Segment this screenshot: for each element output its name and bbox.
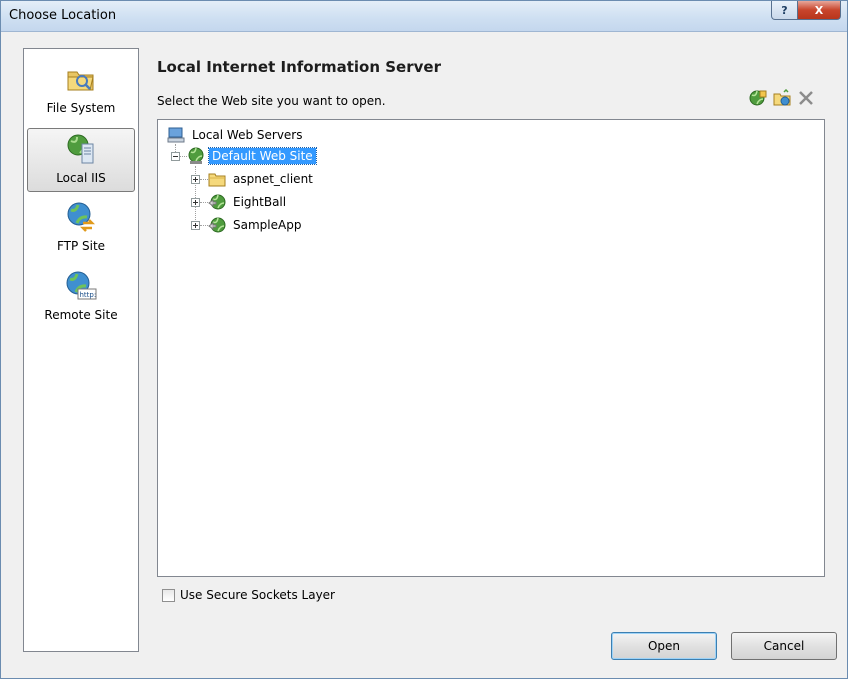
close-button[interactable]: X bbox=[798, 1, 841, 20]
tree-node-label: Default Web Site bbox=[208, 147, 317, 165]
title-buttons: ? X bbox=[771, 1, 841, 20]
tree-connector bbox=[200, 202, 208, 203]
location-file-system[interactable]: File System bbox=[27, 59, 135, 123]
expand-toggle[interactable] bbox=[191, 175, 200, 184]
http-globe-icon: http: bbox=[66, 271, 97, 300]
tree-node-sampleapp[interactable]: SampleApp bbox=[208, 215, 304, 235]
location-bar: File System Local IIS FTP Site http: Rem… bbox=[23, 48, 139, 652]
location-label: Local IIS bbox=[56, 171, 106, 185]
folder-icon bbox=[208, 173, 226, 187]
ftp-globe-icon bbox=[67, 202, 96, 232]
close-icon: X bbox=[814, 3, 824, 17]
open-button[interactable]: Open bbox=[611, 632, 717, 660]
help-icon: ? bbox=[781, 3, 788, 17]
tree-node-label: Local Web Servers bbox=[192, 128, 303, 142]
choose-location-dialog: Choose Location ? X File System Local II… bbox=[0, 0, 848, 679]
title-bar: Choose Location ? X bbox=[1, 1, 847, 32]
svg-text:http:: http: bbox=[80, 291, 97, 299]
open-button-label: Open bbox=[647, 639, 681, 653]
delete-icon[interactable] bbox=[797, 89, 815, 107]
new-virtual-directory-icon[interactable] bbox=[773, 89, 791, 107]
tree-toolbar bbox=[749, 89, 815, 107]
site-tree[interactable]: Local Web Servers Default Web Site aspne… bbox=[157, 119, 825, 577]
expand-toggle[interactable] bbox=[191, 198, 200, 207]
location-local-iis[interactable]: Local IIS bbox=[27, 128, 135, 192]
tree-connector bbox=[180, 156, 187, 157]
cancel-button[interactable]: Cancel bbox=[731, 632, 837, 660]
tree-node-eightball[interactable]: EightBall bbox=[208, 192, 289, 212]
tree-node-label: aspnet_client bbox=[233, 172, 313, 186]
web-application-icon bbox=[208, 194, 226, 210]
expand-toggle[interactable] bbox=[191, 221, 200, 230]
tree-node-label: SampleApp bbox=[233, 218, 302, 232]
window-title: Choose Location bbox=[9, 8, 117, 23]
computer-icon bbox=[167, 127, 185, 143]
collapse-toggle[interactable] bbox=[171, 152, 180, 161]
tree-connector bbox=[200, 179, 208, 180]
location-ftp-site[interactable]: FTP Site bbox=[27, 197, 135, 261]
cancel-button-label: Cancel bbox=[763, 639, 805, 653]
ssl-checkbox[interactable] bbox=[162, 588, 175, 602]
location-remote-site[interactable]: http: Remote Site bbox=[27, 266, 135, 330]
location-label: FTP Site bbox=[56, 239, 106, 253]
tree-node-default-web-site[interactable]: Default Web Site bbox=[187, 146, 317, 166]
instructions-label: Select the Web site you want to open. bbox=[157, 94, 386, 108]
ssl-option[interactable]: Use Secure Sockets Layer bbox=[162, 588, 335, 602]
tree-node-local-web-servers[interactable]: Local Web Servers bbox=[167, 125, 306, 145]
new-web-application-icon[interactable] bbox=[749, 89, 767, 107]
help-button[interactable]: ? bbox=[771, 1, 798, 20]
folder-icon bbox=[67, 71, 94, 91]
page-title: Local Internet Information Server bbox=[157, 58, 441, 76]
tree-connector bbox=[200, 225, 208, 226]
dialog-client: File System Local IIS FTP Site http: Rem… bbox=[7, 32, 841, 672]
tree-node-aspnet-client[interactable]: aspnet_client bbox=[208, 169, 316, 189]
web-application-icon bbox=[208, 217, 226, 233]
tree-node-label: EightBall bbox=[233, 195, 287, 209]
location-label: File System bbox=[46, 101, 116, 115]
iis-server-icon bbox=[67, 134, 94, 164]
web-site-icon bbox=[188, 147, 204, 164]
ssl-checkbox-label: Use Secure Sockets Layer bbox=[180, 588, 335, 602]
location-label: Remote Site bbox=[44, 308, 118, 322]
